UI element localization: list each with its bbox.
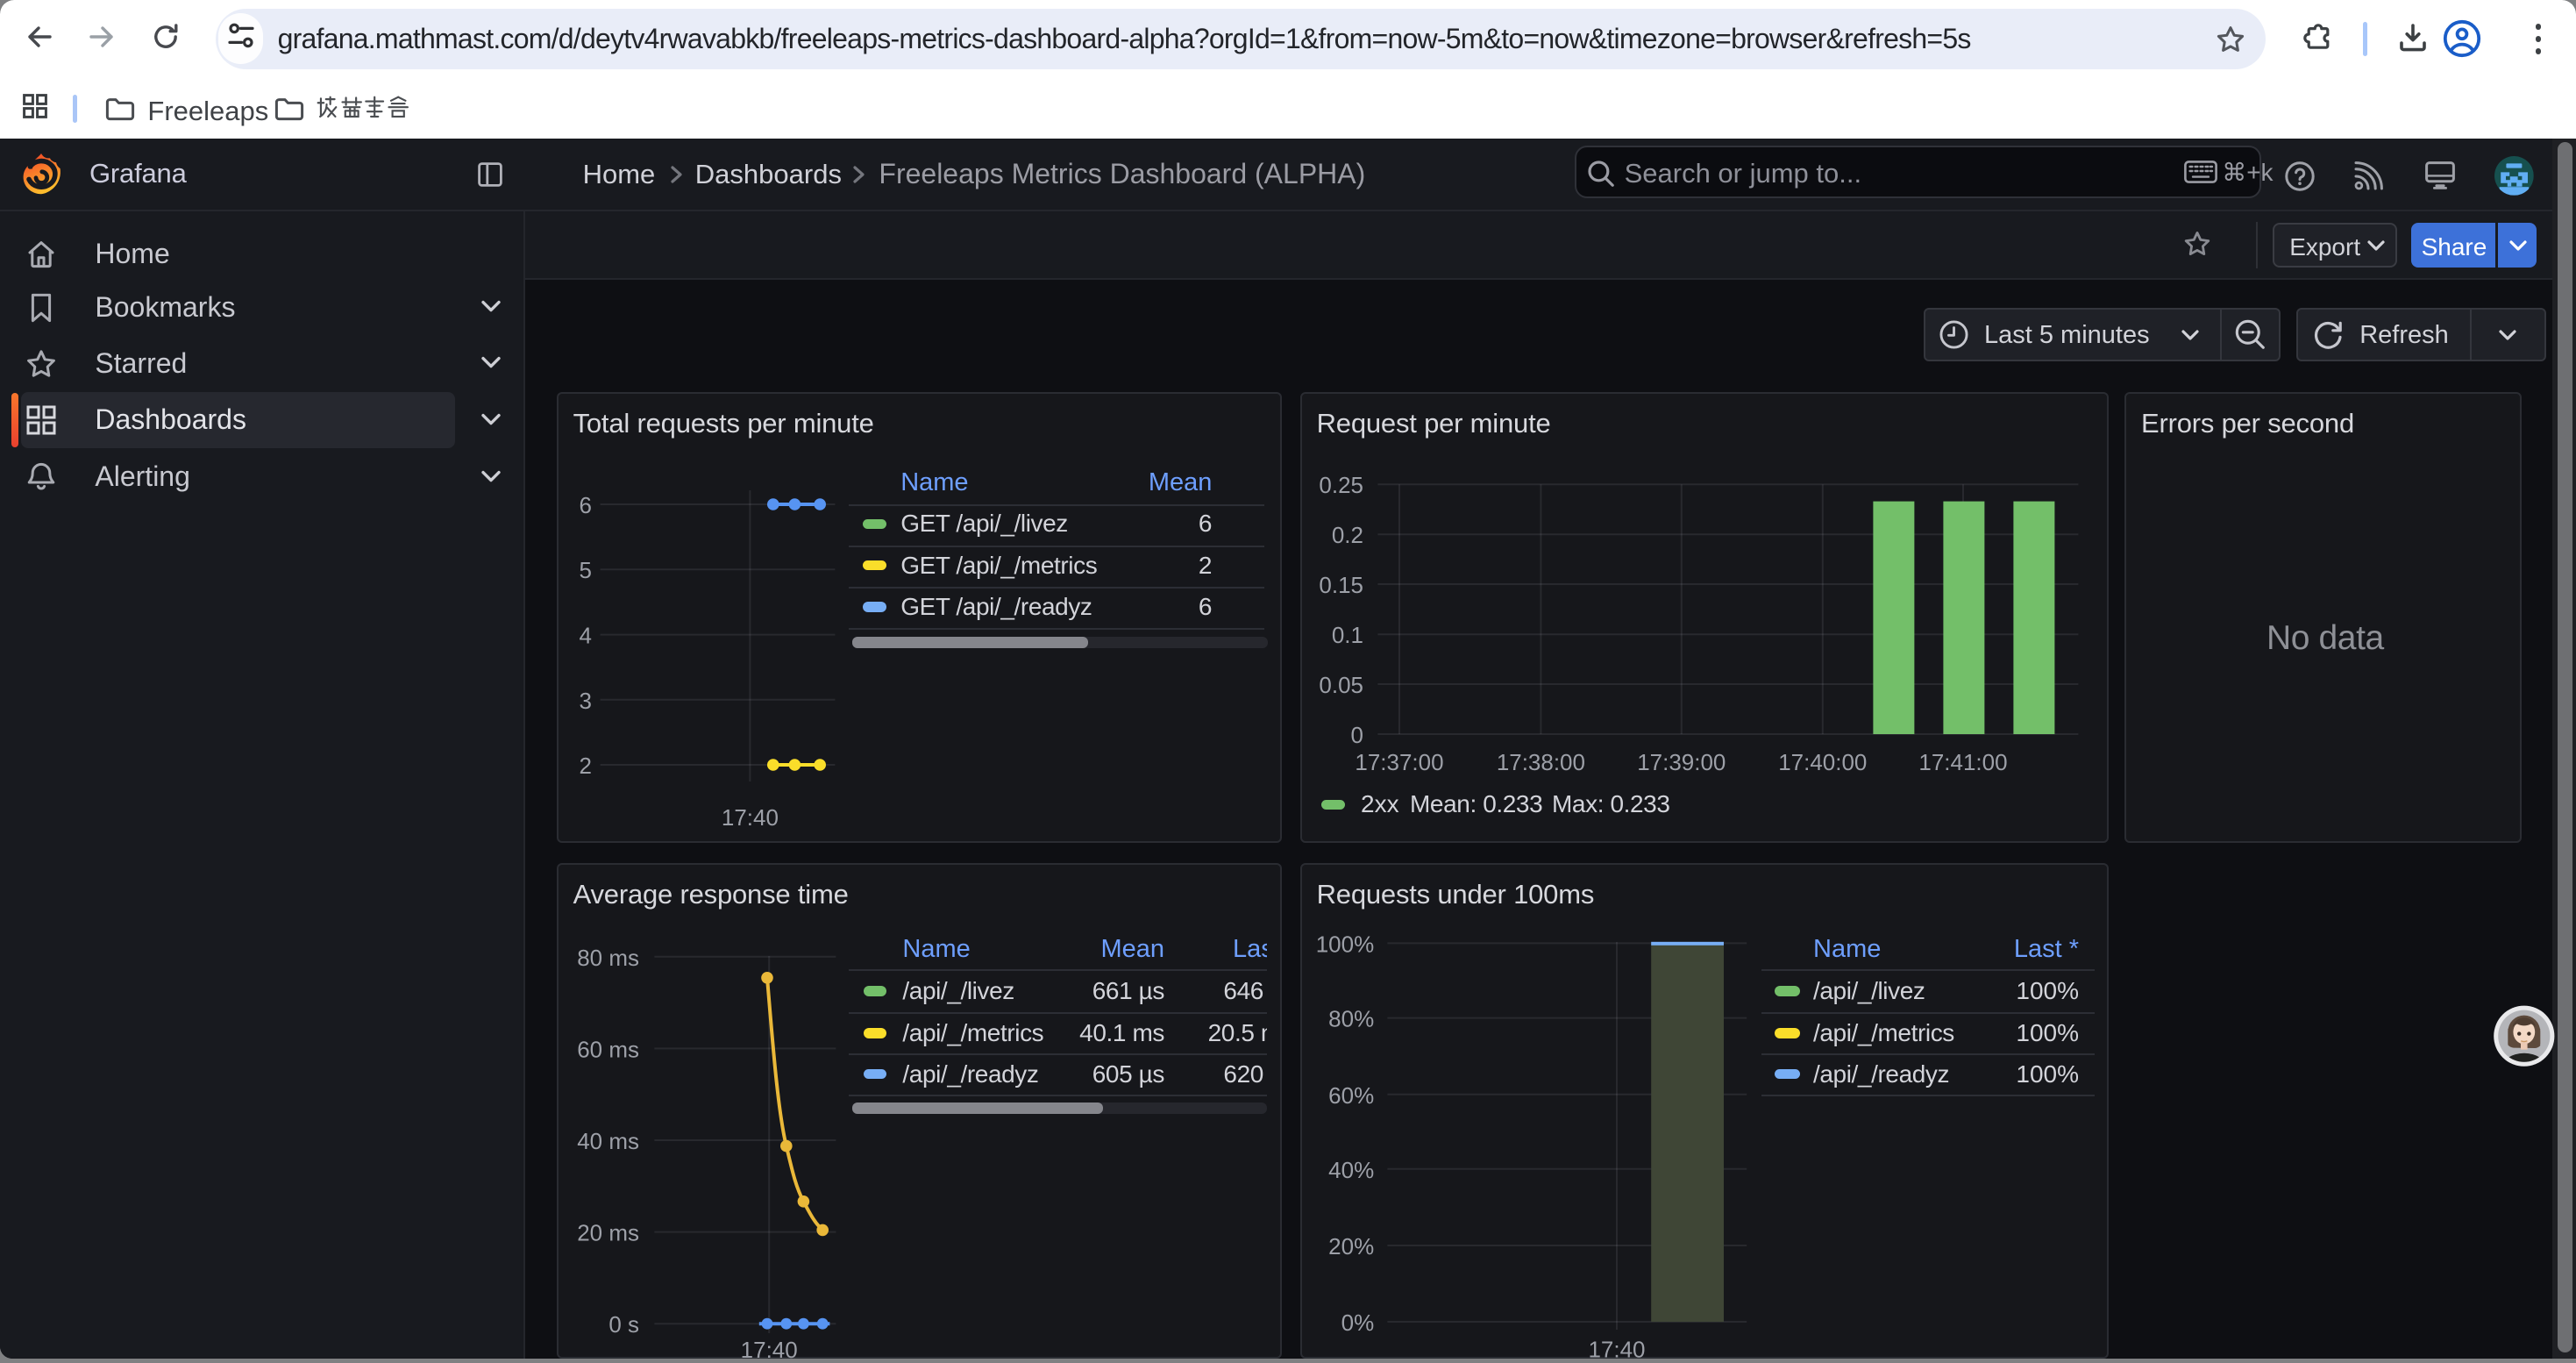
svg-text:17:40:00: 17:40:00 xyxy=(1778,749,1867,775)
svg-text:0%: 0% xyxy=(1341,1309,1374,1336)
svg-text:17:38:00: 17:38:00 xyxy=(1496,749,1584,775)
svg-text:17:40: 17:40 xyxy=(721,804,778,831)
svg-text:4: 4 xyxy=(579,623,591,649)
svg-text:17:41:00: 17:41:00 xyxy=(1918,749,2007,775)
svg-text:2: 2 xyxy=(579,753,591,779)
svg-text:3: 3 xyxy=(579,688,591,714)
svg-text:40 ms: 40 ms xyxy=(577,1128,639,1154)
svg-text:60%: 60% xyxy=(1328,1082,1374,1109)
svg-text:17:39:00: 17:39:00 xyxy=(1637,749,1726,775)
svg-text:20 ms: 20 ms xyxy=(577,1220,639,1246)
svg-text:0: 0 xyxy=(1350,722,1363,748)
svg-text:17:40: 17:40 xyxy=(1588,1337,1645,1359)
svg-text:0 s: 0 s xyxy=(608,1311,639,1338)
svg-text:40%: 40% xyxy=(1328,1157,1374,1183)
svg-text:17:37:00: 17:37:00 xyxy=(1355,749,1443,775)
svg-text:0.1: 0.1 xyxy=(1331,622,1363,648)
svg-text:0.15: 0.15 xyxy=(1319,572,1363,598)
svg-text:100%: 100% xyxy=(1315,931,1373,957)
svg-text:0.2: 0.2 xyxy=(1331,522,1363,548)
svg-text:17:40: 17:40 xyxy=(740,1337,797,1359)
svg-text:60 ms: 60 ms xyxy=(577,1036,639,1062)
svg-text:80 ms: 80 ms xyxy=(577,945,639,971)
svg-text:6: 6 xyxy=(579,492,591,518)
svg-text:80%: 80% xyxy=(1328,1006,1374,1032)
svg-text:0.25: 0.25 xyxy=(1319,472,1363,498)
svg-text:20%: 20% xyxy=(1328,1233,1374,1260)
svg-text:0.05: 0.05 xyxy=(1319,672,1363,698)
svg-text:5: 5 xyxy=(579,557,591,583)
